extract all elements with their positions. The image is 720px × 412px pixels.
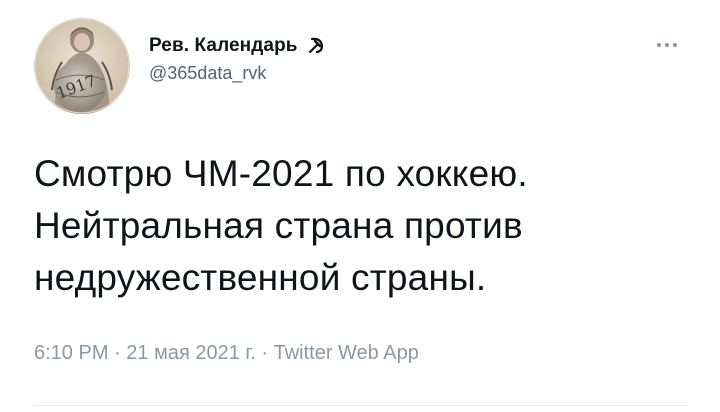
meta-separator: · — [114, 342, 127, 364]
more-dot — [665, 43, 669, 47]
more-dot — [673, 43, 677, 47]
user-handle[interactable]: @365data_rvk — [149, 63, 326, 84]
avatar[interactable]: 1917 — [34, 18, 130, 114]
meta-separator: · — [261, 342, 274, 364]
tweet-text-line: Нейтральная страна против — [34, 205, 523, 246]
tweet-meta: 6:10 PM · 21 мая 2021 г. · Twitter Web A… — [34, 342, 419, 365]
hammer-sickle-icon — [306, 36, 326, 56]
tweet-text-line: недружественной страны. — [34, 257, 487, 298]
display-name: Рев. Календарь — [149, 35, 298, 56]
more-dot — [657, 43, 661, 47]
avatar-image: 1917 — [34, 18, 130, 114]
tweet-card: 1917 Рев. Календарь @365data_rvk Смотрю … — [0, 0, 720, 412]
tweet-date[interactable]: 21 мая 2021 г. — [126, 342, 256, 364]
divider — [34, 405, 688, 406]
tweet-time[interactable]: 6:10 PM — [34, 342, 108, 364]
tweet-text-line: Смотрю ЧМ-2021 по хоккею. — [34, 153, 528, 194]
tweet-text: Смотрю ЧМ-2021 по хоккею. Нейтральная ст… — [34, 148, 694, 304]
author-block: Рев. Календарь @365data_rvk — [149, 33, 326, 84]
more-horizontal-icon[interactable] — [646, 32, 688, 58]
tweet-source[interactable]: Twitter Web App — [274, 342, 419, 364]
author-name-row[interactable]: Рев. Календарь — [149, 33, 326, 59]
